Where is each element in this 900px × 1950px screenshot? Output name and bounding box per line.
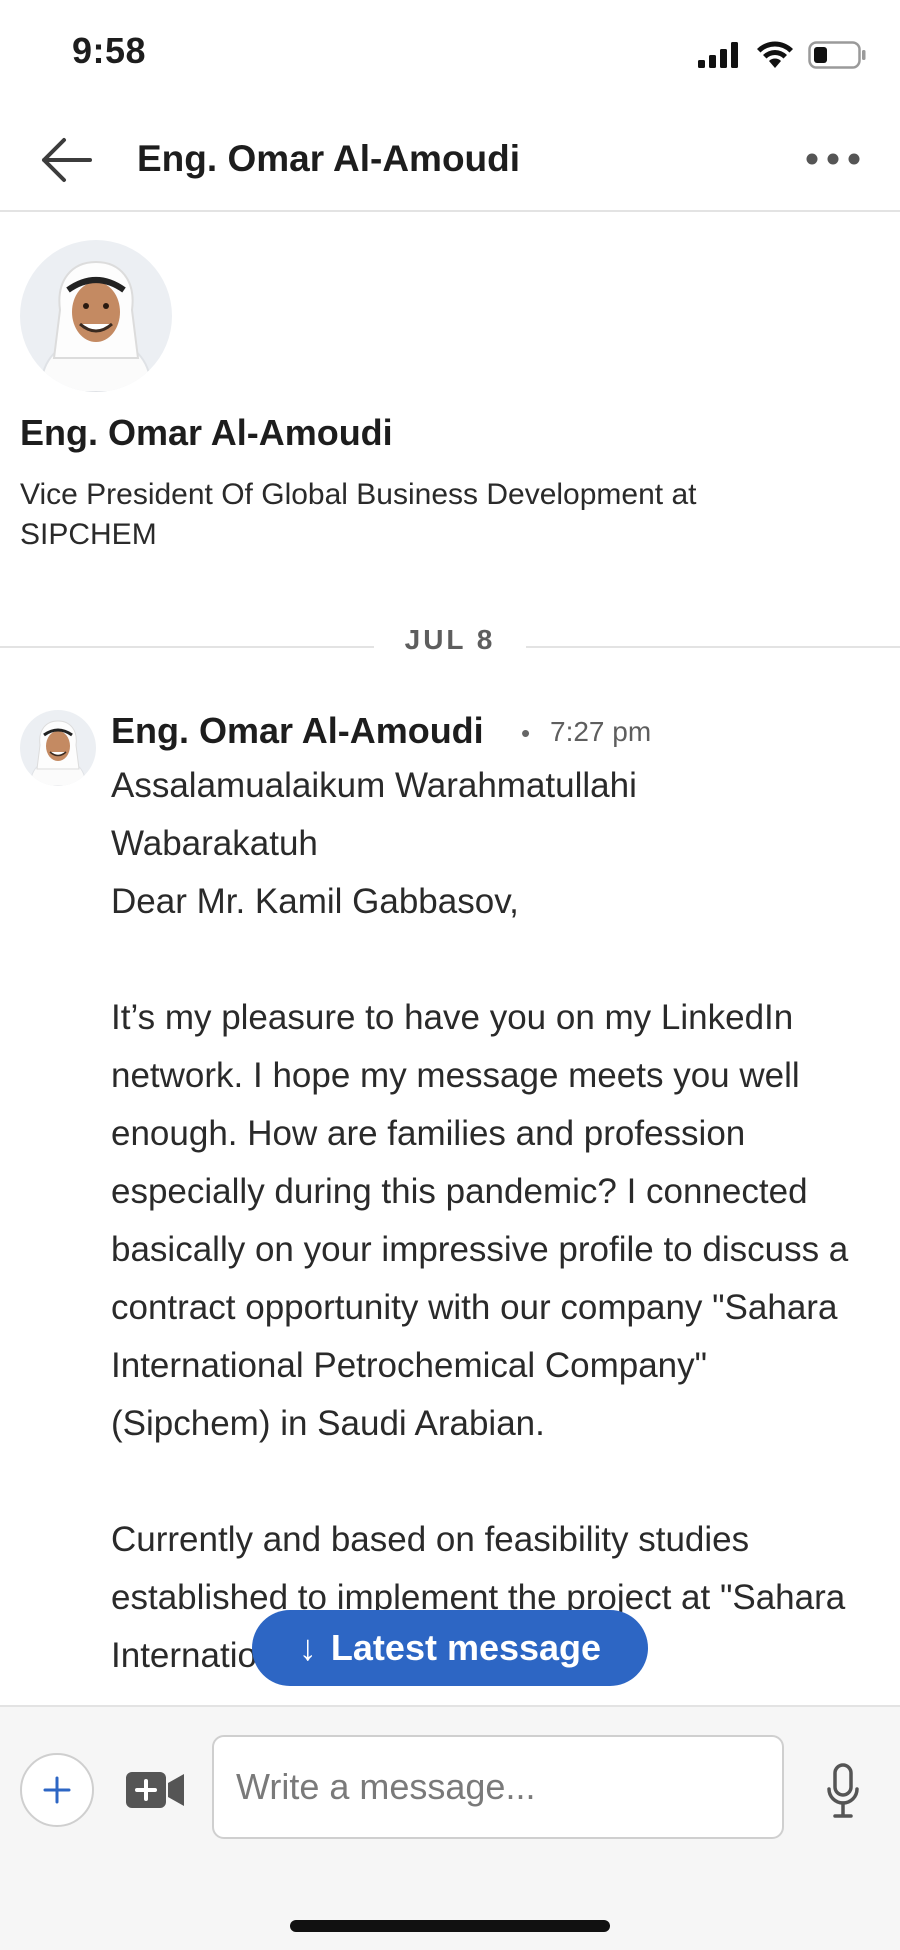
profile-headline: Vice President Of Global Business Develo… (20, 478, 697, 551)
conversation-scroll-area[interactable]: Eng. Omar Al-Amoudi Vice President Of Gl… (0, 0, 900, 1703)
sender-avatar[interactable] (20, 710, 96, 786)
microphone-icon (827, 1763, 859, 1818)
message-timestamp: 7:27 pm (550, 716, 652, 747)
attach-button[interactable] (20, 1753, 94, 1827)
person-photo-icon (20, 710, 96, 786)
video-plus-icon (126, 1772, 184, 1808)
message-sender-name[interactable]: Eng. Omar Al-Amoudi (111, 710, 484, 752)
message-composer (0, 1705, 900, 1950)
message-body: Assalamualaikum Warahmatullahi Wabarakat… (111, 757, 851, 1685)
home-indicator (290, 1920, 610, 1932)
latest-message-label: Latest message (330, 1627, 602, 1668)
plus-icon (43, 1776, 71, 1804)
message-paragraph: It’s my pleasure to have you on my Linke… (111, 998, 849, 1443)
message-meta-separator: • (521, 718, 531, 748)
voice-message-button[interactable] (826, 1763, 860, 1819)
profile-avatar[interactable] (20, 240, 172, 392)
video-call-button[interactable] (126, 1769, 184, 1811)
down-arrow-icon: ↓ (298, 1627, 317, 1668)
profile-name[interactable]: Eng. Omar Al-Amoudi (20, 412, 393, 454)
message-paragraph: Assalamualaikum Warahmatullahi Wabarakat… (111, 766, 637, 863)
message-paragraph: Dear Mr. Kamil Gabbasov, (111, 882, 519, 921)
date-divider-label: JUL 8 (404, 624, 496, 655)
message-input[interactable] (212, 1735, 784, 1839)
person-photo-icon (20, 240, 172, 392)
latest-message-button[interactable]: ↓ Latest message (252, 1610, 648, 1686)
